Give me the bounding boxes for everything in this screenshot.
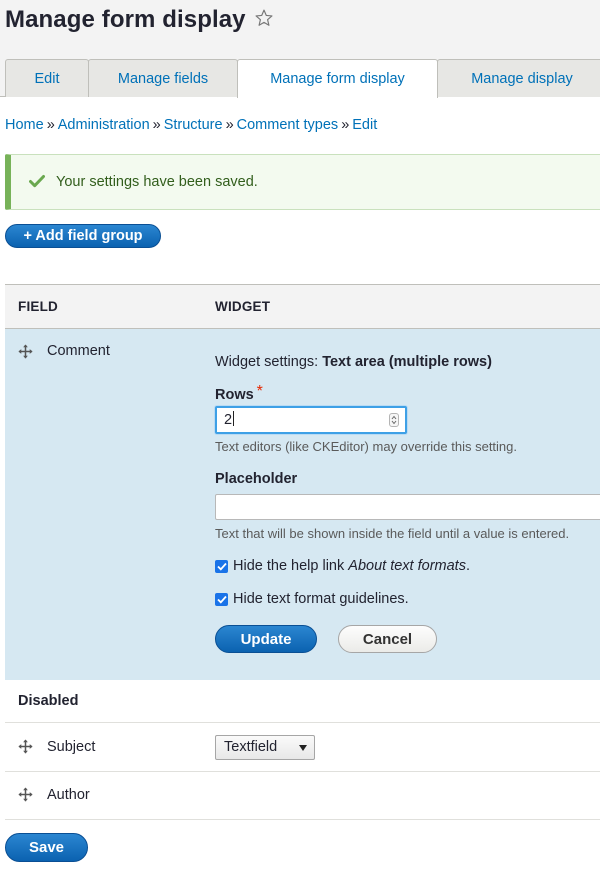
table-header: FIELD WIDGET	[5, 284, 600, 329]
breadcrumb: Home» Administration» Structure» Comment ty…	[5, 117, 377, 133]
update-button[interactable]: Update	[215, 625, 317, 653]
breadcrumb-separator: »	[341, 117, 350, 133]
region-title-disabled: Disabled	[18, 693, 79, 709]
status-message-text: Your settings have been saved.	[56, 174, 258, 190]
star-icon[interactable]	[254, 7, 274, 35]
chevron-down-icon	[299, 745, 307, 751]
required-marker: *	[256, 383, 263, 400]
hide-guidelines-option[interactable]: Hide text format guidelines.	[215, 591, 409, 607]
checkbox-checked-icon[interactable]	[215, 592, 228, 606]
check-icon	[29, 174, 45, 193]
text-caret	[233, 411, 235, 426]
tab-manage-fields[interactable]: Manage fields	[88, 59, 238, 97]
field-label-subject: Subject	[47, 739, 96, 755]
breadcrumb-separator: »	[225, 117, 234, 133]
widget-select-subject[interactable]: Textfield	[215, 735, 315, 760]
drag-handle-icon[interactable]	[18, 344, 33, 364]
status-message: Your settings have been saved.	[5, 154, 600, 210]
column-header-widget: WIDGET	[215, 299, 271, 314]
breadcrumb-edit[interactable]: Edit	[352, 117, 377, 133]
save-button[interactable]: Save	[5, 833, 88, 862]
row-divider	[5, 819, 600, 820]
cancel-button[interactable]: Cancel	[338, 625, 437, 653]
hide-guidelines-label: Hide text format guidelines.	[233, 591, 409, 607]
column-header-field: FIELD	[18, 299, 58, 314]
widget-settings-widget-name: Text area (multiple rows)	[322, 354, 492, 370]
field-label-comment: Comment	[47, 343, 110, 359]
breadcrumb-home[interactable]: Home	[5, 117, 44, 133]
rows-input-value: 2	[224, 412, 233, 428]
widget-settings-prefix: Widget settings:	[215, 354, 319, 370]
breadcrumb-structure[interactable]: Structure	[164, 117, 223, 133]
breadcrumb-separator: »	[46, 117, 55, 133]
placeholder-description: Text that will be shown inside the field…	[215, 526, 570, 541]
checkbox-checked-icon[interactable]	[215, 559, 228, 573]
rows-input[interactable]: 2	[215, 406, 407, 434]
breadcrumb-administration[interactable]: Administration	[58, 117, 150, 133]
primary-tabs: Edit Manage fields Manage form display M…	[5, 59, 600, 98]
row-divider	[5, 771, 600, 772]
page-title: Manage form display	[5, 6, 274, 35]
table-row-comment: Comment Widget settings: Text area (mult…	[5, 329, 600, 680]
widget-settings-title: Widget settings: Text area (multiple row…	[215, 354, 492, 370]
add-field-group-button[interactable]: + Add field group	[5, 224, 161, 248]
rows-description: Text editors (like CKEditor) may overrid…	[215, 439, 517, 454]
tab-edit[interactable]: Edit	[5, 59, 89, 97]
breadcrumb-comment-types[interactable]: Comment types	[237, 117, 339, 133]
placeholder-label: Placeholder	[215, 471, 298, 487]
drag-handle-icon[interactable]	[18, 739, 33, 759]
field-label-author: Author	[47, 787, 90, 803]
hide-help-link-option[interactable]: Hide the help link About text formats.	[215, 558, 470, 574]
tab-manage-form-display[interactable]: Manage form display	[237, 59, 438, 98]
drag-handle-icon[interactable]	[18, 787, 33, 807]
hide-help-link-label: Hide the help link About text formats.	[233, 558, 470, 574]
row-divider	[5, 722, 600, 723]
breadcrumb-separator: »	[152, 117, 161, 133]
rows-label: Rows *	[215, 383, 263, 403]
tab-manage-display[interactable]: Manage display	[437, 59, 600, 97]
number-spinner[interactable]	[389, 413, 399, 427]
placeholder-input[interactable]	[215, 494, 600, 520]
